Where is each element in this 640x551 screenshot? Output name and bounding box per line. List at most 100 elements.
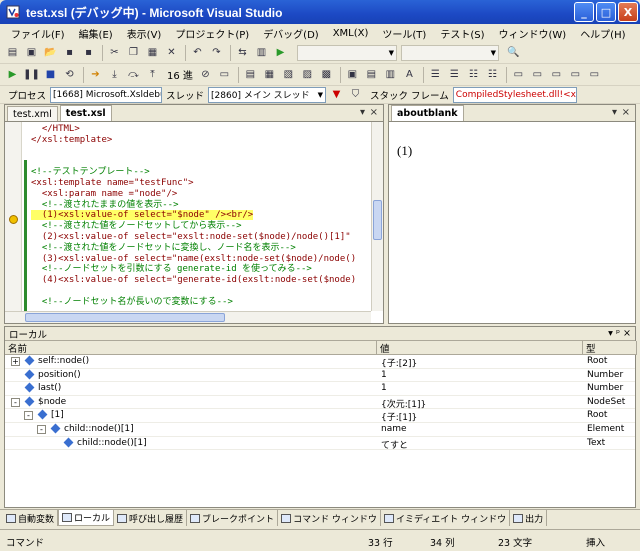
solution-platform-dropdown[interactable]: ▼ bbox=[401, 44, 499, 61]
windows-dropdown-icon[interactable]: ▭ bbox=[216, 67, 233, 83]
filter-icon[interactable]: ⛉ bbox=[347, 87, 364, 103]
tab-locals[interactable]: ローカル bbox=[58, 510, 115, 526]
redo-icon[interactable]: ↷ bbox=[208, 45, 225, 61]
code-line[interactable]: (1)<xsl:value-of select="$node" /><br/> bbox=[31, 210, 254, 221]
tab-aboutblank[interactable]: aboutblank bbox=[391, 105, 464, 121]
column-header-value[interactable]: 値 bbox=[377, 341, 583, 355]
locals-row[interactable]: last() 1 Number bbox=[5, 382, 635, 396]
undo-icon[interactable]: ↶ bbox=[189, 45, 206, 61]
find-in-files-icon[interactable]: 🔍 bbox=[505, 45, 522, 61]
xml-tool-icon-5[interactable]: ▩ bbox=[318, 67, 335, 83]
solution-config-dropdown[interactable]: ▼ bbox=[297, 44, 397, 61]
minimize-button[interactable]: _ bbox=[574, 2, 594, 22]
solution-config-icon[interactable]: ▥ bbox=[253, 45, 270, 61]
show-next-statement-icon[interactable]: ➔ bbox=[87, 67, 104, 83]
code-line[interactable]: (4)<xsl:value-of select="generate-id(exs… bbox=[31, 275, 356, 286]
tab-immediate-window[interactable]: イミディエイト ウィンドウ bbox=[381, 510, 511, 526]
menu-project[interactable]: プロジェクト(P) bbox=[168, 26, 256, 41]
paste-icon[interactable]: ▦ bbox=[144, 45, 161, 61]
variable-value[interactable]: てすと bbox=[381, 438, 408, 451]
menu-edit[interactable]: 編集(E) bbox=[72, 26, 120, 41]
tab-call-stack[interactable]: 呼び出し履歴 bbox=[114, 510, 188, 526]
stop-debugging-icon[interactable]: ■ bbox=[42, 67, 59, 83]
code-line[interactable]: <!--渡された値をノードセットに変換し、ノード名を表示--> bbox=[31, 243, 296, 254]
browser-dropdown-icon[interactable]: ▾ bbox=[612, 107, 617, 118]
tab-autos[interactable]: 自動変数 bbox=[3, 510, 59, 526]
bookmark-icon-4[interactable]: ▭ bbox=[567, 67, 584, 83]
menu-help[interactable]: ヘルプ(H) bbox=[573, 26, 632, 41]
menu-window[interactable]: ウィンドウ(W) bbox=[491, 26, 573, 41]
copy-icon[interactable]: ❐ bbox=[125, 45, 142, 61]
code-area[interactable]: </HTML> </xsl:template> <!--テストテンプレート--> <x… bbox=[5, 122, 371, 311]
xml-tool-icon-2[interactable]: ▦ bbox=[261, 67, 278, 83]
code-line[interactable]: <!--渡された値をノードセットしてから表示--> bbox=[31, 221, 242, 232]
code-line[interactable]: <xsl:template name="testFunc"> bbox=[31, 178, 194, 189]
save-icon[interactable]: ▪ bbox=[61, 45, 78, 61]
outdent-icon[interactable]: ☰ bbox=[446, 67, 463, 83]
code-line[interactable]: </HTML> bbox=[31, 124, 80, 135]
code-line[interactable]: </xsl:template> bbox=[31, 135, 112, 146]
locals-window-controls[interactable]: ▾ ᵖ × bbox=[608, 328, 631, 339]
collapse-icon[interactable]: - bbox=[37, 425, 46, 434]
column-header-name[interactable]: 名前 bbox=[5, 341, 377, 355]
variable-value[interactable]: {子:[1]} bbox=[381, 410, 417, 423]
indent-icon[interactable]: ☰ bbox=[427, 67, 444, 83]
locals-row[interactable]: - child::node()[1] name Element bbox=[5, 423, 635, 437]
variable-value[interactable]: 1 bbox=[381, 383, 387, 393]
format-icon-1[interactable]: ▣ bbox=[344, 67, 361, 83]
menu-xml[interactable]: XML(X) bbox=[326, 28, 376, 39]
current-statement-arrow-icon[interactable] bbox=[9, 215, 18, 224]
tab-breakpoints[interactable]: ブレークポイント bbox=[187, 510, 279, 526]
open-file-icon[interactable]: 📂 bbox=[42, 45, 59, 61]
code-line[interactable]: (3)<xsl:value-of select="name(exslt:node… bbox=[31, 254, 356, 265]
variable-value[interactable]: name bbox=[381, 424, 407, 434]
close-document-icon[interactable]: × bbox=[370, 107, 378, 118]
variable-value[interactable]: 1 bbox=[381, 370, 387, 380]
variable-value[interactable]: {子:[2]} bbox=[381, 356, 417, 369]
bookmark-icon-2[interactable]: ▭ bbox=[529, 67, 546, 83]
format-icon-2[interactable]: ▤ bbox=[363, 67, 380, 83]
break-all-icon[interactable]: ❚❚ bbox=[23, 67, 40, 83]
tab-test-xml[interactable]: test.xml bbox=[7, 106, 58, 121]
locals-row[interactable]: position() 1 Number bbox=[5, 369, 635, 383]
step-into-icon[interactable]: ⤓ bbox=[106, 67, 123, 83]
locals-row[interactable]: child::node()[1] てすと Text bbox=[5, 437, 635, 451]
editor-vertical-scrollbar[interactable] bbox=[371, 122, 383, 311]
start-debug-icon[interactable]: ▶ bbox=[272, 45, 289, 61]
code-line[interactable]: <!--ノードセット名が長いので変数にする--> bbox=[31, 297, 233, 308]
tab-command-window[interactable]: コマンド ウィンドウ bbox=[278, 510, 381, 526]
code-line[interactable]: <!--ノードセットを引数にする generate-id を使ってみる--> bbox=[31, 264, 312, 275]
variable-value[interactable]: {次元:[1]} bbox=[381, 397, 426, 410]
collapse-icon[interactable]: - bbox=[24, 411, 33, 421]
close-browser-icon[interactable]: × bbox=[622, 107, 630, 118]
cut-icon[interactable]: ✂ bbox=[106, 45, 123, 61]
hex-display-toggle[interactable]: 16 進 bbox=[167, 67, 193, 82]
close-button[interactable]: X bbox=[618, 2, 638, 22]
bookmark-icon-3[interactable]: ▭ bbox=[548, 67, 565, 83]
locals-row[interactable]: - [1] {子:[1]} Root bbox=[5, 409, 635, 423]
menu-view[interactable]: 表示(V) bbox=[120, 26, 169, 41]
uncomment-icon[interactable]: ☷ bbox=[484, 67, 501, 83]
continue-icon[interactable]: ▶ bbox=[4, 67, 21, 83]
thread-flag-icon[interactable]: ▼ bbox=[328, 87, 345, 103]
thread-dropdown[interactable]: [2860] メイン スレッド ▼ bbox=[208, 86, 327, 103]
code-line[interactable]: <!--渡されたままの値を表示--> bbox=[31, 200, 179, 211]
tab-test-xsl[interactable]: test.xsl bbox=[59, 105, 112, 121]
menu-debug[interactable]: デバッグ(D) bbox=[256, 26, 326, 41]
process-dropdown[interactable]: [1668] Microsoft.Xsldebugg▼ bbox=[50, 86, 163, 103]
locals-row[interactable]: + self::node() {子:[2]} Root bbox=[5, 355, 635, 369]
bookmark-icon-1[interactable]: ▭ bbox=[510, 67, 527, 83]
font-size-icon[interactable]: A bbox=[401, 67, 418, 83]
comment-icon[interactable]: ☷ bbox=[465, 67, 482, 83]
xml-tool-icon-3[interactable]: ▧ bbox=[280, 67, 297, 83]
menu-tools[interactable]: ツール(T) bbox=[375, 26, 433, 41]
document-dropdown-icon[interactable]: ▾ bbox=[360, 107, 365, 118]
xml-tool-icon-1[interactable]: ▤ bbox=[242, 67, 259, 83]
bookmark-icon-5[interactable]: ▭ bbox=[586, 67, 603, 83]
navigate-icon[interactable]: ⇆ bbox=[234, 45, 251, 61]
column-header-type[interactable]: 型 bbox=[583, 341, 637, 355]
editor-horizontal-scrollbar[interactable] bbox=[5, 311, 371, 323]
step-over-icon[interactable]: ⤼ bbox=[125, 67, 142, 83]
expand-icon[interactable]: + bbox=[11, 357, 20, 366]
code-line[interactable]: <!--テストテンプレート--> bbox=[31, 167, 150, 178]
